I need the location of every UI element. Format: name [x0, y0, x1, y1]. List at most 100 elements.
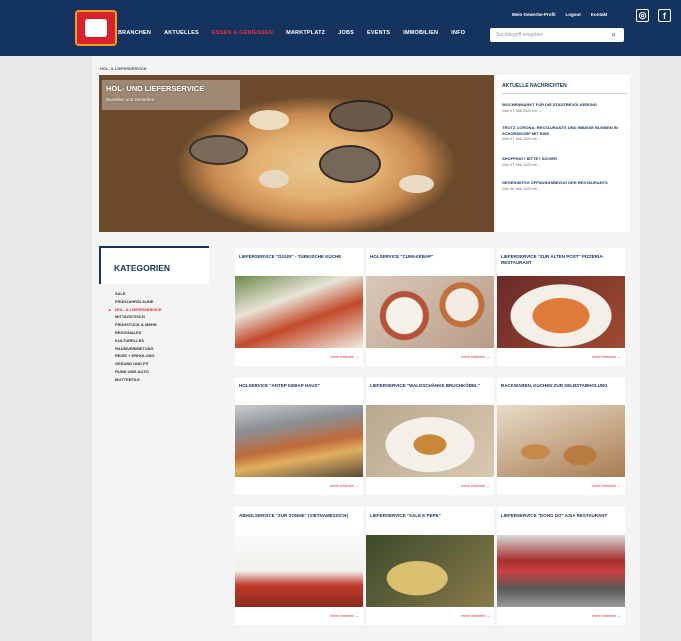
categories-title: KATEGORIEN — [114, 263, 171, 273]
utility-links: Mein Gewerbe-Profil Logout Kontakt — [512, 12, 608, 17]
card-more-link[interactable]: mehr erfahren → — [461, 355, 490, 359]
category-item[interactable]: GESUND UND FIT — [115, 360, 162, 368]
news-item[interactable]: TROTZ CORONA: RESTAURANTS UND IMBISSE BL… — [502, 125, 627, 141]
arrow-right-icon: → — [537, 137, 542, 141]
category-item[interactable]: REGIONALES — [115, 329, 162, 337]
cheese-patch — [399, 175, 434, 193]
card-more-link[interactable]: mehr erfahren → — [592, 484, 621, 488]
card-image-turkish-platter[interactable] — [235, 276, 363, 348]
card-title[interactable]: LIEFERSERVICE "DONG DO" ASIA RESTAURANT — [501, 513, 621, 519]
contact-link[interactable]: Kontakt — [591, 12, 608, 17]
news-item-title[interactable]: SHOPPING? BITTE? SICHER — [502, 156, 627, 162]
news-item-date: Vom 07. Mai 2020 ein → — [502, 108, 542, 113]
category-item[interactable]: REISE + ERHOLUNG — [115, 352, 162, 360]
card-more-link[interactable]: mehr erfahren → — [592, 614, 621, 618]
nav-item-immobilien[interactable]: IMMOBILIEN — [403, 30, 438, 36]
listing-card[interactable]: LIEFERSERVICE "ÖGÜN" - TÜRKISCHE KÜCHE m… — [235, 248, 363, 366]
news-heading: AKTUELLE NACHRICHTEN — [502, 83, 567, 89]
listing-card[interactable]: LIEFERSERVICE "ZUR ALTEN POST" PIZZERIA-… — [497, 248, 625, 366]
mussel-shell — [319, 145, 381, 183]
card-more-link[interactable]: mehr erfahren → — [461, 484, 490, 488]
search-input[interactable]: Suchbegriff eingeben — [496, 32, 543, 38]
card-image-schnitzel-plate[interactable] — [366, 405, 494, 477]
hero-subtitle: Bestellen und Genießen — [106, 97, 155, 102]
listing-card[interactable]: BACKWAREN, KUCHEN ZUR SELBSTABHOLUNG meh… — [497, 377, 625, 495]
nav-item-branchen[interactable]: BRANCHEN — [118, 30, 151, 36]
instagram-icon[interactable]: ◎ — [636, 9, 649, 22]
nav-item-events[interactable]: EVENTS — [367, 30, 390, 36]
cheese-patch — [259, 170, 289, 188]
card-image-vietnamese-sushi[interactable] — [235, 535, 363, 607]
mussel-shell — [189, 135, 248, 165]
card-more-link[interactable]: mehr erfahren → — [461, 614, 490, 618]
category-item[interactable]: MUTTERTAG — [115, 376, 162, 384]
site-logo[interactable] — [75, 10, 117, 46]
category-item-active[interactable]: HOL- & LIEFERSERVICE — [109, 306, 162, 314]
card-title[interactable]: LIEFERSERVICE "ÖGÜN" - TÜRKISCHE KÜCHE — [239, 254, 359, 260]
category-item[interactable]: RAUMVERMIETUNG — [115, 345, 162, 353]
categories-side-border — [99, 246, 101, 284]
listing-card[interactable]: LIEFERSERVICE "DONG DO" ASIA RESTAURANT … — [497, 507, 625, 625]
logo-emblem — [85, 19, 107, 37]
card-image-kebab-plates[interactable] — [366, 276, 494, 348]
categories-top-border — [99, 246, 209, 248]
arrow-right-icon: → — [537, 108, 542, 113]
facebook-icon[interactable]: f — [658, 9, 671, 22]
main-nav: BRANCHEN AKTUELLES ESSEN & GENIESSEN MAR… — [118, 30, 465, 36]
listing-card[interactable]: HOLSERVICE "ANTEP KEBAP HAUS" mehr erfah… — [235, 377, 363, 495]
card-title[interactable]: HOLSERVICE "CUMI-KEBAP" — [370, 254, 490, 260]
category-item[interactable]: SALE — [115, 290, 162, 298]
card-more-link[interactable]: mehr erfahren → — [330, 484, 359, 488]
arrow-right-icon: → — [537, 162, 542, 167]
search-icon[interactable]: ⌕ — [612, 30, 616, 40]
nav-item-info[interactable]: INFO — [451, 30, 465, 36]
nav-item-essen[interactable]: ESSEN & GENIESSEN — [212, 30, 273, 36]
breadcrumb[interactable]: HOL- & LIEFERSERVICE — [100, 66, 147, 71]
category-item[interactable]: KULTURELLES — [115, 337, 162, 345]
card-title[interactable]: LIEFERSERVICE "SALE E PEPE" — [370, 513, 490, 519]
news-panel — [496, 75, 630, 232]
nav-item-marktplatz[interactable]: MARKTPLATZ — [286, 30, 325, 36]
card-more-link[interactable]: mehr erfahren → — [592, 355, 621, 359]
profile-link[interactable]: Mein Gewerbe-Profil — [512, 12, 556, 17]
category-item[interactable]: FRÜHJAHRSLAUNE — [115, 298, 162, 306]
listing-card[interactable]: LIEFERSERVICE "WALDSCHÄNKE BRUCHKÖBEL" m… — [366, 377, 494, 495]
category-item[interactable]: FRÜHSTÜCK & MEHR — [115, 321, 162, 329]
card-title[interactable]: HOLSERVICE "ANTEP KEBAP HAUS" — [239, 383, 359, 389]
cheese-patch — [249, 110, 289, 130]
card-title[interactable]: LIEFERSERVICE "ZUR ALTEN POST" PIZZERIA-… — [501, 254, 621, 266]
news-item-date: Vom 07. Mai 2020 ein → — [502, 137, 542, 141]
news-item[interactable]: SHOPPING? BITTE? SICHER Vom 07. Mai 2020… — [502, 156, 627, 167]
news-divider — [502, 93, 627, 94]
arrow-right-icon: → — [537, 186, 542, 191]
listing-card[interactable]: LIEFERSERVICE "SALE E PEPE" mehr erfahre… — [366, 507, 494, 625]
card-image-restaurant-front[interactable] — [497, 535, 625, 607]
categories-list: SALE FRÜHJAHRSLAUNE HOL- & LIEFERSERVICE… — [109, 290, 162, 384]
card-more-link[interactable]: mehr erfahren → — [330, 614, 359, 618]
news-item-title[interactable]: TROTZ CORONA: RESTAURANTS UND IMBISSE BL… — [502, 125, 627, 136]
listing-card[interactable]: HOLSERVICE "CUMI-KEBAP" mehr erfahren → — [366, 248, 494, 366]
nav-item-jobs[interactable]: JOBS — [338, 30, 354, 36]
category-item[interactable]: RUND UMS AUTO — [115, 368, 162, 376]
news-item-date: Vom 07. Mai 2020 ein → — [502, 162, 542, 167]
news-item-title[interactable]: WOCHENMARKT FÜR DIE STADTBEVÖLKERUNG — [502, 102, 627, 108]
news-item[interactable]: WOCHENMARKT FÜR DIE STADTBEVÖLKERUNG Vom… — [502, 102, 627, 113]
news-item[interactable]: GEGENSEITIG ÖFFNUNGSBEZUG DER RESTAURANT… — [502, 180, 627, 191]
card-image-bakery-goods[interactable] — [497, 405, 625, 477]
card-image-pasta-fries[interactable] — [497, 276, 625, 348]
card-title[interactable]: ABHOLSERVICE "ZUR SONNE" (VIETNAMESISCH) — [239, 513, 359, 519]
hero-title: HOL- UND LIEFERSERVICE — [106, 84, 205, 93]
card-image-kebab-counter[interactable] — [235, 405, 363, 477]
card-more-link[interactable]: mehr erfahren → — [330, 355, 359, 359]
news-item-title[interactable]: GEGENSEITIG ÖFFNUNGSBEZUG DER RESTAURANT… — [502, 180, 627, 186]
card-title[interactable]: LIEFERSERVICE "WALDSCHÄNKE BRUCHKÖBEL" — [370, 383, 490, 389]
logout-link[interactable]: Logout — [566, 12, 581, 17]
news-item-date: Vom 06. Mai 2020 ein → — [502, 186, 542, 191]
listing-card[interactable]: ABHOLSERVICE "ZUR SONNE" (VIETNAMESISCH)… — [235, 507, 363, 625]
nav-item-aktuelles[interactable]: AKTUELLES — [164, 30, 199, 36]
card-image-pasta[interactable] — [366, 535, 494, 607]
card-title[interactable]: BACKWAREN, KUCHEN ZUR SELBSTABHOLUNG — [501, 383, 621, 389]
search-box[interactable]: Suchbegriff eingeben ⌕ — [490, 28, 624, 42]
mussel-shell — [329, 100, 393, 132]
category-item[interactable]: MITTAGSTISCH — [115, 313, 162, 321]
